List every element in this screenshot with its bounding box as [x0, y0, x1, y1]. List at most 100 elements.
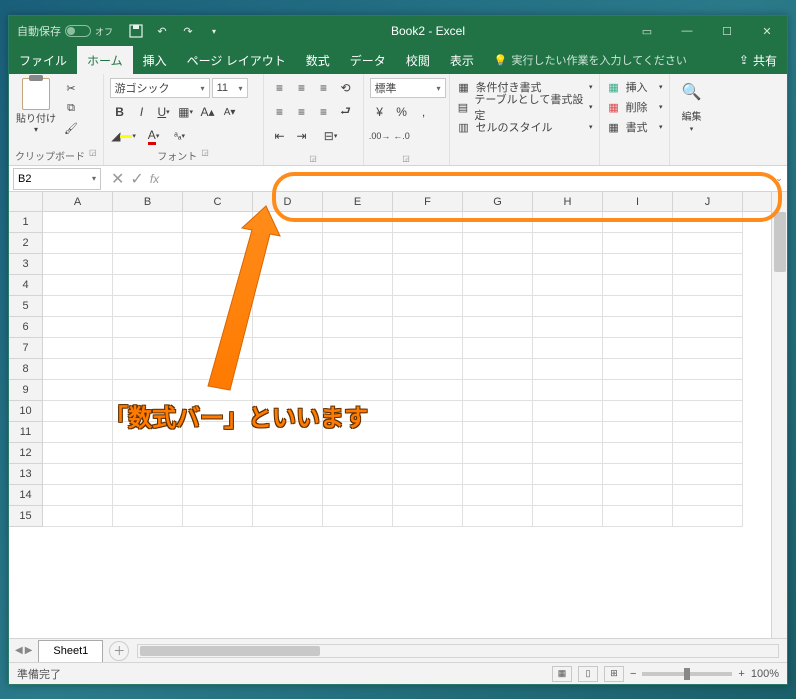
cell[interactable] [113, 233, 183, 254]
cell[interactable] [673, 422, 743, 443]
ribbon-options-icon[interactable]: ▭ [627, 16, 667, 46]
column-header[interactable]: I [603, 192, 673, 211]
cell[interactable] [533, 275, 603, 296]
wrap-text-button[interactable]: ⮐ [336, 102, 356, 122]
scrollbar-thumb[interactable] [774, 212, 786, 272]
cell[interactable] [113, 443, 183, 464]
cell[interactable] [253, 233, 323, 254]
cell[interactable] [603, 464, 673, 485]
cell[interactable] [533, 443, 603, 464]
cell[interactable] [183, 212, 253, 233]
cell[interactable] [113, 464, 183, 485]
cell[interactable] [463, 401, 533, 422]
column-header[interactable]: G [463, 192, 533, 211]
cell[interactable] [43, 233, 113, 254]
cell[interactable] [393, 422, 463, 443]
cell[interactable] [603, 275, 673, 296]
tab-data[interactable]: データ [340, 46, 396, 74]
cell[interactable] [533, 380, 603, 401]
cell[interactable] [43, 443, 113, 464]
row-header[interactable]: 7 [9, 338, 43, 359]
cell[interactable] [463, 275, 533, 296]
decrease-decimal-button[interactable]: ←.0 [392, 126, 412, 146]
cell[interactable] [43, 338, 113, 359]
cell[interactable] [463, 359, 533, 380]
cell[interactable] [533, 233, 603, 254]
column-header[interactable]: E [323, 192, 393, 211]
cell[interactable] [393, 506, 463, 527]
cell[interactable] [533, 401, 603, 422]
decrease-indent-button[interactable]: ⇤ [270, 126, 290, 146]
bold-button[interactable]: B [110, 102, 130, 122]
cell[interactable] [673, 443, 743, 464]
tab-formulas[interactable]: 数式 [296, 46, 340, 74]
cell[interactable] [113, 506, 183, 527]
column-header[interactable]: D [253, 192, 323, 211]
comma-button[interactable]: , [414, 102, 434, 122]
row-header[interactable]: 3 [9, 254, 43, 275]
redo-icon[interactable]: ↷ [179, 22, 197, 40]
dialog-launcher-icon[interactable]: ◲ [89, 148, 97, 163]
cell[interactable] [533, 254, 603, 275]
cell[interactable] [253, 485, 323, 506]
cell[interactable] [113, 359, 183, 380]
cell[interactable] [43, 380, 113, 401]
cell[interactable] [673, 338, 743, 359]
row-header[interactable]: 9 [9, 380, 43, 401]
horizontal-scrollbar[interactable] [137, 644, 779, 658]
delete-cells-button[interactable]: ▦ 削除▾ [606, 98, 663, 116]
cell[interactable] [323, 485, 393, 506]
cell[interactable] [183, 506, 253, 527]
cell[interactable] [253, 275, 323, 296]
cell[interactable] [393, 464, 463, 485]
cell[interactable] [463, 485, 533, 506]
cell[interactable] [113, 422, 183, 443]
cell[interactable] [673, 254, 743, 275]
align-right-button[interactable]: ≡ [314, 102, 334, 122]
cell[interactable] [323, 464, 393, 485]
tab-insert[interactable]: 挿入 [133, 46, 177, 74]
cell[interactable] [43, 317, 113, 338]
cell[interactable] [463, 422, 533, 443]
cell[interactable] [253, 359, 323, 380]
cell[interactable] [393, 296, 463, 317]
cell[interactable] [533, 506, 603, 527]
row-header[interactable]: 10 [9, 401, 43, 422]
cell[interactable] [393, 317, 463, 338]
cell[interactable] [183, 338, 253, 359]
cell[interactable] [673, 506, 743, 527]
page-break-view-button[interactable]: ⊞ [604, 666, 624, 682]
cell[interactable] [253, 212, 323, 233]
cell[interactable] [533, 464, 603, 485]
cell[interactable] [533, 296, 603, 317]
cell[interactable] [603, 359, 673, 380]
zoom-slider[interactable] [642, 672, 732, 676]
cell[interactable] [673, 275, 743, 296]
row-header[interactable]: 4 [9, 275, 43, 296]
dialog-launcher-icon[interactable]: ◲ [402, 154, 410, 163]
formula-bar-input[interactable] [167, 168, 771, 190]
sheet-nav-prev-icon[interactable]: ◀ [15, 645, 23, 656]
cell[interactable] [253, 296, 323, 317]
cell[interactable] [253, 254, 323, 275]
column-header[interactable]: F [393, 192, 463, 211]
column-header[interactable]: J [673, 192, 743, 211]
font-name-combo[interactable]: 游ゴシック▾ [110, 78, 210, 98]
cell[interactable] [323, 296, 393, 317]
row-header[interactable]: 1 [9, 212, 43, 233]
column-header[interactable]: B [113, 192, 183, 211]
decrease-font-button[interactable]: A▾ [220, 102, 240, 122]
enter-formula-icon[interactable]: ✓ [130, 169, 143, 189]
italic-button[interactable]: I [132, 102, 152, 122]
cell[interactable] [673, 212, 743, 233]
cell[interactable] [183, 254, 253, 275]
cell[interactable] [183, 422, 253, 443]
percent-button[interactable]: % [392, 102, 412, 122]
cell[interactable] [323, 233, 393, 254]
cell[interactable] [323, 212, 393, 233]
format-as-table-button[interactable]: ▤ テーブルとして書式設定▾ [456, 98, 593, 116]
cell[interactable] [533, 359, 603, 380]
cell[interactable] [183, 317, 253, 338]
cell[interactable] [253, 317, 323, 338]
tell-me-search[interactable]: 💡 実行したい作業を入力してください [484, 52, 729, 68]
